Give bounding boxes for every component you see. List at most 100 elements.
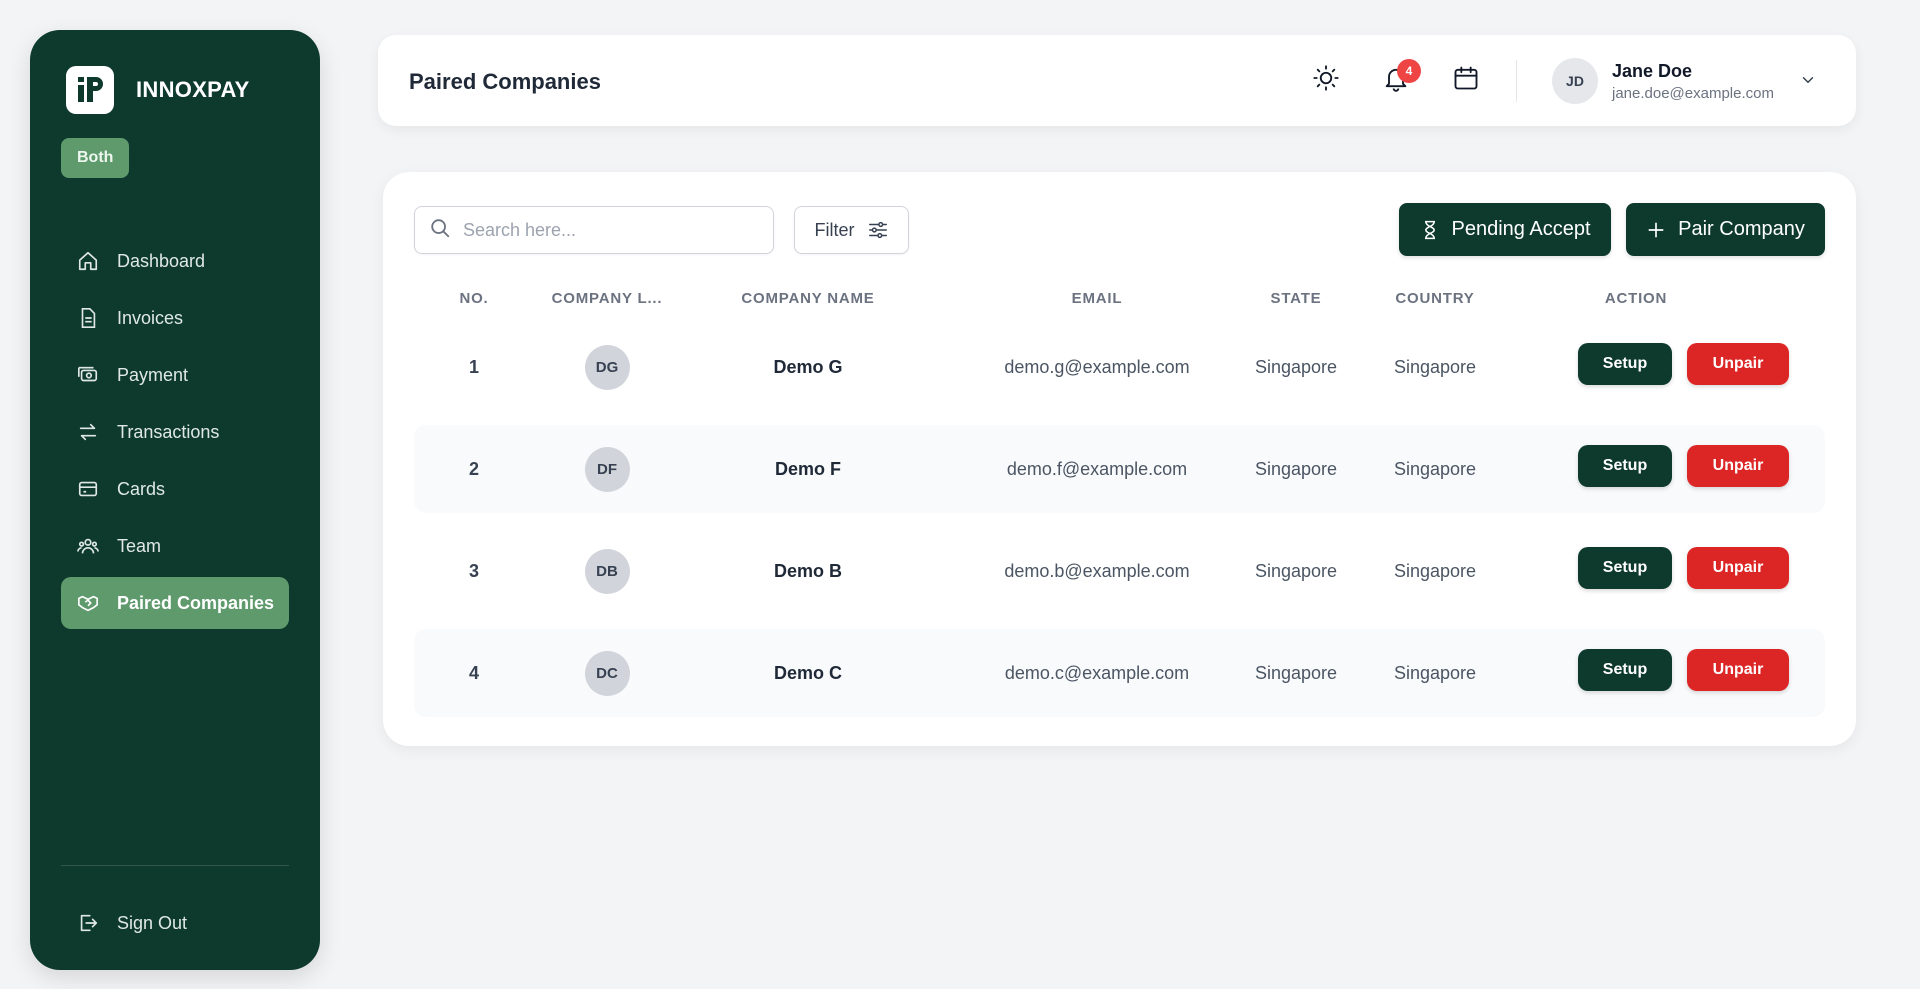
- column-header-state: STATE: [1270, 290, 1322, 307]
- header-divider: [1516, 60, 1517, 102]
- company-state: Singapore: [1254, 356, 1338, 377]
- unpair-button[interactable]: Unpair: [1687, 445, 1789, 487]
- company-country: Singapore: [1393, 662, 1477, 683]
- sliders-icon: [867, 219, 889, 241]
- sidebar-nav: Dashboard Invoices Payment Transactions …: [61, 235, 289, 634]
- company-logo-cell: DF: [542, 425, 672, 513]
- user-email: jane.doe@example.com: [1612, 85, 1774, 102]
- theme-toggle-button[interactable]: [1311, 64, 1341, 97]
- money-icon: [77, 364, 99, 386]
- company-logo-cell: DG: [542, 323, 672, 411]
- plus-icon: [1646, 220, 1666, 240]
- company-name: Demo B: [773, 560, 842, 581]
- pending-accept-label: Pending Accept: [1451, 218, 1591, 240]
- setup-button[interactable]: Setup: [1578, 649, 1672, 691]
- notifications-button[interactable]: 4: [1381, 59, 1421, 95]
- company-logo-cell: DC: [542, 629, 672, 717]
- sidebar-item-label: Cards: [117, 478, 166, 499]
- role-badge[interactable]: Both: [61, 138, 130, 178]
- filter-button[interactable]: Filter: [794, 206, 909, 254]
- sidebar-item-label: Team: [117, 535, 162, 556]
- company-email: demo.b@example.com: [1004, 560, 1190, 581]
- unpair-button[interactable]: Unpair: [1687, 649, 1789, 691]
- document-icon: [77, 307, 99, 329]
- paired-companies-card: Filter Pending Accept Pair Company NO. C…: [383, 172, 1856, 746]
- brand-logo: [66, 66, 114, 114]
- table-row: 2 DF Demo F demo.f@example.com Singapore…: [414, 425, 1825, 513]
- sidebar-divider: [61, 865, 289, 866]
- sidebar-item-paired-companies[interactable]: Paired Companies: [61, 577, 289, 629]
- company-name: Demo G: [773, 356, 843, 377]
- column-header-action: ACTION: [1604, 290, 1668, 307]
- row-number: 3: [468, 560, 479, 581]
- calendar-icon: [1452, 64, 1480, 97]
- home-icon: [77, 250, 99, 272]
- row-number: 2: [468, 458, 479, 479]
- table-row: 3 DB Demo B demo.b@example.com Singapore…: [414, 527, 1825, 615]
- company-name: Demo F: [774, 458, 841, 479]
- sidebar: INNOXPAY Both Dashboard Invoices Payment: [30, 30, 320, 970]
- handshake-icon: [77, 592, 99, 614]
- row-number: 1: [468, 356, 479, 377]
- user-name: Jane Doe: [1612, 61, 1693, 81]
- company-country: Singapore: [1393, 356, 1477, 377]
- sidebar-item-dashboard[interactable]: Dashboard: [61, 235, 289, 287]
- top-header: Paired Companies 4 JD Jane Doe jane.doe@…: [378, 35, 1856, 126]
- column-header-no: NO.: [459, 290, 489, 307]
- sidebar-item-invoices[interactable]: Invoices: [61, 292, 289, 344]
- company-country: Singapore: [1393, 560, 1477, 581]
- sidebar-item-team[interactable]: Team: [61, 520, 289, 572]
- company-name: Demo C: [773, 662, 842, 683]
- unpair-button[interactable]: Unpair: [1687, 343, 1789, 385]
- sidebar-item-label: Paired Companies: [117, 592, 275, 613]
- company-logo: DB: [584, 548, 630, 594]
- company-logo: DG: [584, 344, 630, 390]
- sidebar-item-cards[interactable]: Cards: [61, 463, 289, 515]
- swap-arrows-icon: [77, 421, 99, 443]
- column-header-email: EMAIL: [1071, 290, 1123, 307]
- sidebar-item-label: Invoices: [117, 307, 184, 328]
- sign-out-icon: [77, 912, 99, 934]
- brand-name: INNOXPAY: [136, 77, 250, 102]
- company-country: Singapore: [1393, 458, 1477, 479]
- column-header-company-logo: COMPANY L...: [551, 290, 663, 307]
- unpair-button[interactable]: Unpair: [1687, 547, 1789, 589]
- hourglass-icon: [1420, 220, 1440, 240]
- card-icon: [77, 478, 99, 500]
- company-state: Singapore: [1254, 458, 1338, 479]
- column-header-company-name: COMPANY NAME: [741, 290, 875, 307]
- users-icon: [77, 535, 99, 557]
- company-state: Singapore: [1254, 560, 1338, 581]
- table-row: 4 DC Demo C demo.c@example.com Singapore…: [414, 629, 1825, 717]
- brand[interactable]: INNOXPAY: [66, 66, 250, 114]
- sidebar-item-payment[interactable]: Payment: [61, 349, 289, 401]
- setup-button[interactable]: Setup: [1578, 547, 1672, 589]
- calendar-button[interactable]: [1451, 65, 1481, 95]
- company-logo-cell: DB: [542, 527, 672, 615]
- sign-out-label: Sign Out: [117, 912, 188, 933]
- company-email: demo.c@example.com: [1004, 662, 1190, 683]
- chevron-down-icon: [1799, 71, 1817, 94]
- sign-out-button[interactable]: Sign Out: [61, 898, 289, 948]
- page-title: Paired Companies: [409, 69, 601, 94]
- notification-badge: 4: [1397, 59, 1421, 83]
- row-number: 4: [468, 662, 479, 683]
- avatar[interactable]: JD: [1552, 58, 1598, 104]
- pending-accept-button[interactable]: Pending Accept: [1399, 203, 1611, 256]
- search-input[interactable]: [463, 219, 743, 241]
- filter-label: Filter: [814, 219, 855, 240]
- sun-icon: [1312, 64, 1340, 97]
- column-header-country: COUNTRY: [1395, 290, 1475, 307]
- table-row: 1 DG Demo G demo.g@example.com Singapore…: [414, 323, 1825, 411]
- company-email: demo.g@example.com: [1004, 356, 1190, 377]
- company-logo: DC: [584, 650, 630, 696]
- setup-button[interactable]: Setup: [1578, 445, 1672, 487]
- pair-company-label: Pair Company: [1678, 218, 1805, 240]
- setup-button[interactable]: Setup: [1578, 343, 1672, 385]
- search-box[interactable]: [414, 206, 774, 254]
- sidebar-item-transactions[interactable]: Transactions: [61, 406, 289, 458]
- user-menu-toggle[interactable]: [1796, 70, 1820, 94]
- pair-company-button[interactable]: Pair Company: [1626, 203, 1825, 256]
- sidebar-item-label: Dashboard: [117, 250, 206, 271]
- company-email: demo.f@example.com: [1006, 458, 1188, 479]
